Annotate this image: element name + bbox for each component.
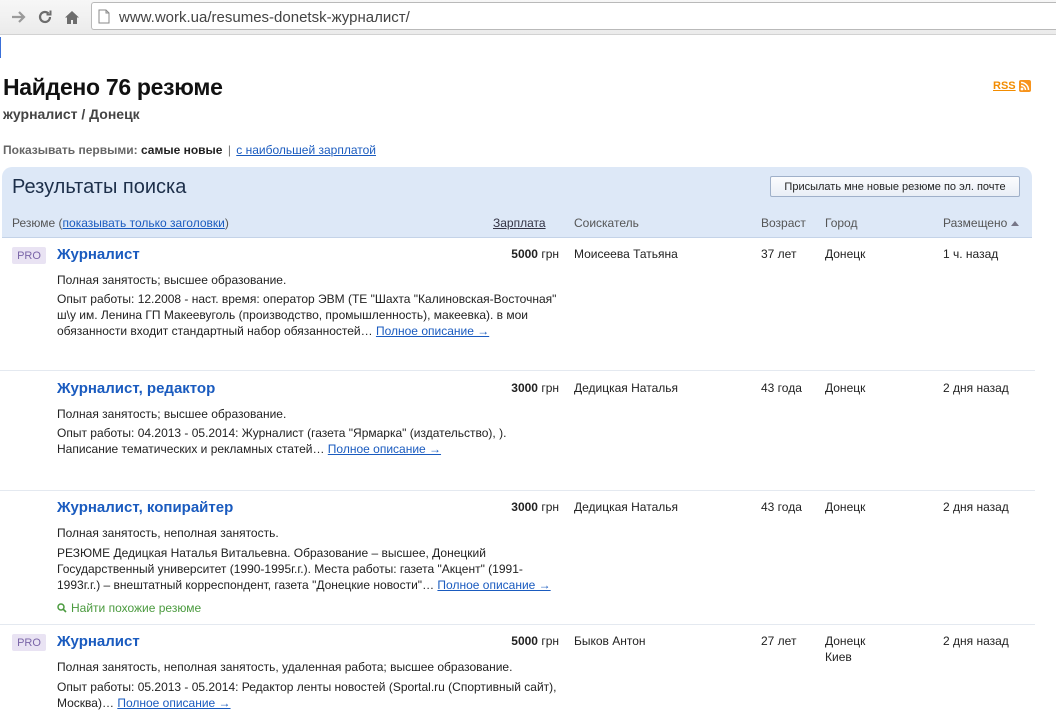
seeker-city: Донецк: [825, 381, 866, 395]
col-posted-label: Размещено: [943, 216, 1008, 230]
seeker-name: Быков Антон: [574, 634, 646, 648]
experience-summary: Опыт работы: 04.2013 - 05.2014: Журналис…: [57, 425, 527, 457]
salary: 5000 грн: [478, 247, 559, 261]
employment-type: Полная занятость; высшее образование.: [57, 407, 287, 421]
seeker-age: 43 года: [761, 500, 802, 514]
rss-link[interactable]: RSS: [993, 80, 1031, 92]
full-description-link[interactable]: Полное описание →: [117, 696, 230, 710]
experience-summary: РЕЗЮМЕ Дедицкая Наталья Витальевна. Обра…: [57, 545, 562, 593]
experience-summary: Опыт работы: 12.2008 - наст. время: опер…: [57, 291, 562, 339]
posted-time: 2 дня назад: [943, 634, 1009, 648]
employment-type: Полная занятость, неполная занятость.: [57, 526, 279, 540]
seeker-city-secondary: Киев: [825, 650, 852, 664]
employment-type: Полная занятость, неполная занятость, уд…: [57, 660, 513, 674]
row-divider: [0, 490, 1035, 491]
seeker-age: 27 лет: [761, 634, 797, 648]
seeker-name: Моисеева Татьяна: [574, 247, 678, 261]
seeker-city: Донецк: [825, 500, 866, 514]
resume-title-link[interactable]: Журналист: [57, 246, 140, 263]
pro-badge: PRO: [12, 247, 46, 264]
salary-currency: грн: [541, 634, 559, 648]
seeker-age: 43 года: [761, 381, 802, 395]
search-query: журналист / Донецк: [3, 106, 140, 122]
full-description-link[interactable]: Полное описание →: [437, 578, 550, 592]
rss-icon: [1018, 80, 1031, 92]
subscribe-button[interactable]: Присылать мне новые резюме по эл. почте: [770, 176, 1020, 197]
salary-currency: грн: [541, 500, 559, 514]
forward-arrow-icon[interactable]: [8, 6, 30, 28]
col-salary-sort-link[interactable]: Зарплата: [493, 216, 546, 230]
headers-only-link[interactable]: показывать только заголовки: [63, 216, 225, 230]
col-seeker: Соискатель: [574, 216, 639, 230]
salary: 5000 грн: [478, 634, 559, 648]
sort-options: Показывать первыми: самые новые | с наиб…: [3, 143, 376, 157]
pro-badge: PRO: [12, 634, 46, 651]
find-similar-label: Найти похожие резюме: [71, 601, 202, 615]
text-caret: [0, 37, 1, 58]
sort-ascending-icon: [1011, 221, 1020, 226]
col-age: Возраст: [761, 216, 806, 230]
full-description-link[interactable]: Полное описание →: [376, 324, 489, 338]
salary-amount: 3000: [511, 381, 538, 395]
posted-time: 2 дня назад: [943, 381, 1009, 395]
sort-newest: самые новые: [140, 143, 223, 157]
col-resume-prefix: Резюме (: [12, 216, 63, 230]
sort-separator: |: [227, 143, 231, 157]
url-text: www.work.ua/resumes-donetsk-журналист/: [119, 9, 410, 26]
seeker-age: 37 лет: [761, 247, 797, 261]
page-title: Найдено 76 резюме: [3, 74, 223, 100]
full-description-link[interactable]: Полное описание →: [328, 442, 441, 456]
find-similar-link[interactable]: Найти похожие резюме: [57, 601, 201, 615]
resume-title-link[interactable]: Журналист: [57, 633, 140, 650]
reload-icon[interactable]: [34, 6, 56, 28]
seeker-name: Дедицкая Наталья: [574, 381, 678, 395]
results-panel: Результаты поиска Присылать мне новые ре…: [2, 167, 1032, 238]
page-icon: [98, 9, 110, 29]
row-divider: [0, 370, 1035, 371]
salary: 3000 грн: [478, 381, 559, 395]
browser-toolbar: www.work.ua/resumes-donetsk-журналист/: [0, 0, 1056, 35]
posted-time: 2 дня назад: [943, 500, 1009, 514]
salary: 3000 грн: [478, 500, 559, 514]
sort-by-salary-link[interactable]: с наибольшей зарплатой: [236, 143, 376, 157]
col-resume-suffix: ): [224, 216, 229, 230]
seeker-city: Донецк: [825, 247, 866, 261]
col-city: Город: [825, 216, 858, 230]
address-bar[interactable]: www.work.ua/resumes-donetsk-журналист/: [91, 2, 1056, 30]
experience-summary: Опыт работы: 05.2013 - 05.2014: Редактор…: [57, 679, 562, 711]
results-title: Результаты поиска: [12, 176, 187, 198]
home-icon[interactable]: [61, 6, 83, 28]
rss-label: RSS: [993, 80, 1016, 92]
row-divider: [0, 624, 1035, 625]
salary-currency: грн: [541, 381, 559, 395]
resume-title-link[interactable]: Журналист, редактор: [57, 380, 215, 397]
posted-time: 1 ч. назад: [943, 247, 999, 261]
resume-title-link[interactable]: Журналист, копирайтер: [57, 499, 233, 516]
sort-label: Показывать первыми:: [3, 143, 138, 157]
salary-amount: 5000: [511, 247, 538, 261]
search-icon: [57, 603, 67, 613]
employment-type: Полная занятость; высшее образование.: [57, 273, 287, 287]
col-posted[interactable]: Размещено: [943, 216, 1020, 230]
seeker-name: Дедицкая Наталья: [574, 500, 678, 514]
salary-currency: грн: [541, 247, 559, 261]
salary-amount: 3000: [511, 500, 538, 514]
seeker-city: Донецк: [825, 634, 866, 648]
salary-amount: 5000: [511, 634, 538, 648]
col-resume: Резюме (показывать только заголовки): [12, 216, 229, 230]
